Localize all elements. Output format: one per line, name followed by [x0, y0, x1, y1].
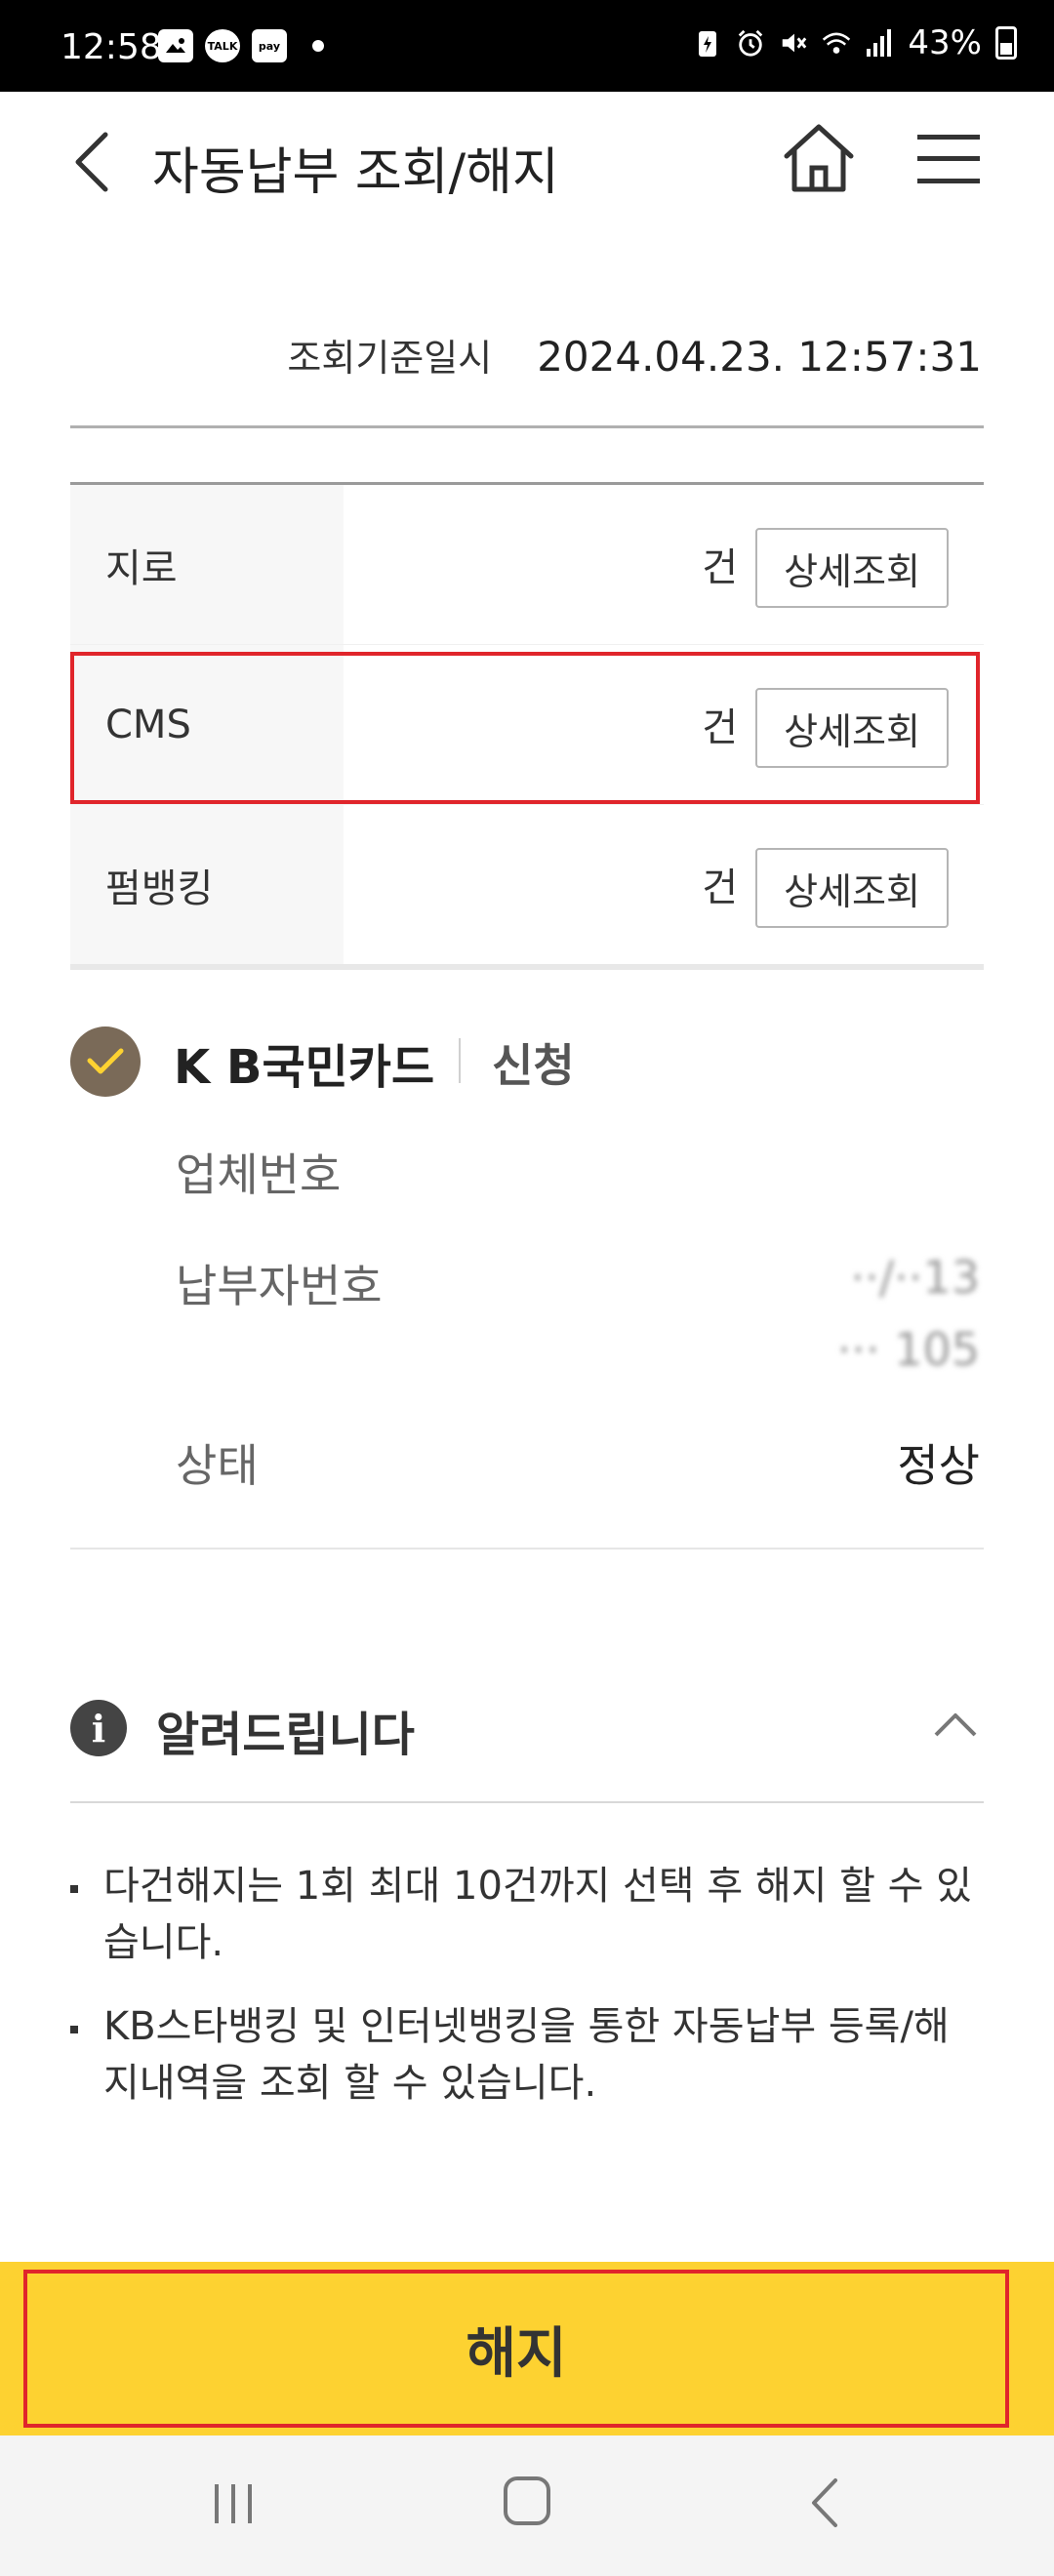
- pay-icon: pay: [252, 29, 287, 62]
- wifi-icon: [822, 26, 851, 60]
- notice-title: 알려드립니다: [156, 1708, 415, 1762]
- company-name: K B국민카드: [174, 1040, 435, 1095]
- battery-saver-icon: [693, 26, 722, 60]
- field-value-payer-number-line2: ··· 105: [836, 1323, 980, 1376]
- field-label-status: 상태: [176, 1439, 259, 1492]
- nav-home-icon[interactable]: [504, 2476, 550, 2525]
- notice-list: 다건해지는 1회 최대 10건까지 선택 후 해지 할 수 있습니다. KB스타…: [70, 1858, 984, 2139]
- field-value-status: 정상: [897, 1439, 980, 1492]
- check-icon: [87, 1048, 124, 1074]
- status-time: 12:58: [61, 27, 162, 67]
- count-unit: 건: [702, 865, 738, 910]
- signal-icon: [865, 26, 894, 60]
- table-row-firmbanking: 펌뱅킹 건 상세조회: [70, 805, 984, 965]
- gallery-icon: [158, 29, 193, 62]
- divider: [70, 1801, 984, 1803]
- battery-percent: 43%: [908, 23, 982, 62]
- table-bottom-border: [70, 964, 984, 970]
- field-label-payer-number: 납부자번호: [176, 1260, 383, 1312]
- select-checkbox[interactable]: [70, 1026, 141, 1097]
- page-title: 자동납부 조회/해지: [152, 143, 559, 202]
- status-bar: 12:58 TALK pay 43%: [0, 0, 1054, 92]
- detail-button-firmbanking[interactable]: 상세조회: [755, 848, 949, 928]
- list-item: 다건해지는 1회 최대 10건까지 선택 후 해지 할 수 있습니다.: [70, 1858, 984, 1971]
- inquiry-timestamp: 조회기준일시 2024.04.23. 12:57:31: [287, 328, 982, 382]
- system-nav-bar: [0, 2435, 1054, 2576]
- row-value: 건 상세조회: [344, 805, 984, 964]
- home-icon[interactable]: [781, 121, 857, 195]
- divider: [70, 1548, 984, 1550]
- cancel-autopay-button[interactable]: 해지: [23, 2270, 1009, 2428]
- talk-icon-label: TALK: [207, 39, 238, 53]
- list-item: KB스타뱅킹 및 인터넷뱅킹을 통한 자동납부 등록/해지내역을 조회 할 수 …: [70, 1998, 984, 2112]
- alarm-icon: [736, 26, 765, 60]
- divider: [70, 425, 984, 428]
- mute-icon: [779, 26, 808, 60]
- talk-icon: TALK: [205, 29, 240, 62]
- row-value: 건 상세조회: [344, 485, 984, 644]
- app-header: 자동납부 조회/해지: [0, 92, 1054, 228]
- inquiry-label: 조회기준일시: [287, 337, 493, 380]
- detail-button-giro[interactable]: 상세조회: [755, 528, 949, 608]
- pay-icon-label: pay: [258, 39, 281, 53]
- cms-row-highlight: [70, 652, 980, 804]
- row-label: 지로: [70, 485, 344, 644]
- more-notifications-dot: [312, 40, 324, 52]
- row-label: 펌뱅킹: [70, 805, 344, 964]
- field-value-payer-number-line1: ··/··13: [850, 1251, 980, 1304]
- field-label-company-number: 업체번호: [176, 1148, 342, 1201]
- system-icons: 43%: [693, 23, 1017, 62]
- chevron-up-icon[interactable]: [933, 1710, 978, 1739]
- notification-icons: TALK pay: [158, 29, 324, 62]
- back-arrow-icon[interactable]: [70, 131, 113, 193]
- title-separator: [459, 1038, 461, 1083]
- recent-apps-icon[interactable]: [211, 2482, 256, 2525]
- registration-status: 신청: [492, 1039, 575, 1092]
- table-row-giro: 지로 건 상세조회: [70, 485, 984, 645]
- battery-icon: [995, 26, 1017, 60]
- count-unit: 건: [702, 545, 738, 590]
- nav-back-icon[interactable]: [808, 2476, 839, 2529]
- inquiry-value: 2024.04.23. 12:57:31: [537, 333, 982, 381]
- menu-icon[interactable]: [915, 133, 982, 185]
- info-icon: i: [70, 1700, 127, 1756]
